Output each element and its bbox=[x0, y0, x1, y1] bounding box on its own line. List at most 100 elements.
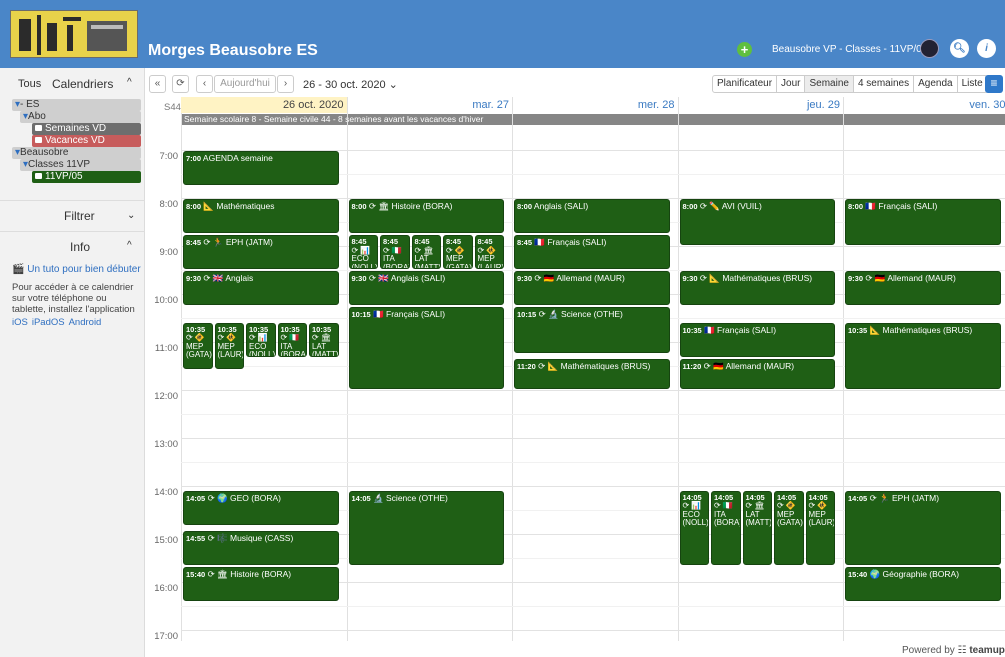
calendar-event[interactable]: 8:45 ⟳ 🇮🇹 ITA (BORA) bbox=[380, 235, 410, 269]
calendar-event[interactable]: 10:15 🇫🇷 Français (SALI) bbox=[348, 307, 504, 389]
refresh-icon[interactable]: ⟳ bbox=[172, 75, 189, 93]
android-link[interactable]: Android bbox=[69, 317, 102, 328]
calendar-event[interactable]: 8:00 ⟳ 🏛 Histoire (BORA) bbox=[348, 199, 504, 233]
calendar-tree: ▾- ES ▾Abo Semaines VD Vacances VD ▾Beausobr… bbox=[12, 99, 141, 183]
view-option[interactable]: Jour bbox=[777, 76, 806, 92]
calendar-event[interactable]: 14:55 ⟳ 🎼 Musique (CASS) bbox=[183, 531, 339, 565]
time-grid[interactable]: 7:00 8:00 9:00 10:00 11:00 12:00 13:00 14:00 15:… bbox=[146, 97, 1005, 641]
event-time: 8:45 bbox=[517, 238, 533, 247]
calendar-event[interactable]: 11:20 ⟳ 🇩🇪 Allemand (MAUR) bbox=[679, 358, 835, 389]
chevron-up-icon[interactable]: ^ bbox=[127, 240, 132, 251]
calendar-event[interactable]: 8:45 🇫🇷 Français (SALI) bbox=[514, 235, 670, 269]
week-banner[interactable]: Semaine scolaire 8 - Semaine civile 44 -… bbox=[181, 114, 1005, 125]
chevron-up-icon[interactable]: ^ bbox=[127, 77, 132, 88]
hour-line bbox=[181, 390, 1005, 391]
calendar-event[interactable]: 7:00 AGENDA semaine bbox=[183, 151, 339, 185]
event-time: 9:30 bbox=[848, 274, 864, 283]
search-icon[interactable]: 🔍︎ bbox=[950, 39, 969, 58]
app-header: Morges Beausobre ES + Beausobre VP - Cla… bbox=[0, 0, 1005, 68]
sidebar-tree-item[interactable]: Semaines VD bbox=[32, 123, 141, 135]
calendar-event[interactable]: 9:30 ⟳ 🇬🇧 Anglais bbox=[183, 271, 339, 305]
calendar-event[interactable]: 10:35 📐 Mathématiques (BRUS) bbox=[845, 322, 1001, 389]
view-option[interactable]: Liste bbox=[958, 76, 987, 92]
day-divider bbox=[181, 97, 182, 641]
info-icon[interactable]: i bbox=[977, 39, 996, 58]
event-title: ⟳ 🏃 EPH (JATM) bbox=[203, 237, 273, 247]
hour-label: 15:00 bbox=[154, 535, 178, 546]
calendar-event[interactable]: 14:05 ⟳ 🚸 MEP (LAUR) bbox=[805, 490, 835, 565]
event-time: 10:35 bbox=[682, 325, 702, 335]
view-option[interactable]: Planificateur bbox=[713, 76, 778, 92]
day-header[interactable]: 26 oct. 2020 bbox=[181, 97, 347, 113]
all-calendars-toggle[interactable]: Tous bbox=[18, 78, 41, 90]
event-title: ⟳ 🌍 GEO (BORA) bbox=[207, 492, 281, 503]
chevron-down-icon: ⌄ bbox=[388, 79, 398, 91]
event-title: ⟳ 📐 Mathématiques (BRUS) bbox=[699, 273, 813, 283]
calendar-event[interactable]: 8:45 ⟳ 📊 ECO (NOLL) bbox=[348, 235, 378, 269]
calendar-event[interactable]: 9:30 ⟳ 🇬🇧 Anglais (SALI) bbox=[348, 271, 504, 305]
calendar-event[interactable]: 9:30 ⟳ 📐 Mathématiques (BRUS) bbox=[679, 271, 835, 305]
info-heading[interactable]: Info bbox=[70, 240, 90, 254]
day-header[interactable]: mar. 27 bbox=[347, 97, 513, 113]
prev-button[interactable]: ‹ bbox=[196, 75, 213, 93]
event-time: 8:00 bbox=[351, 202, 367, 211]
calendar-event[interactable]: 8:45 ⟳ 🚸 MEP (LAUR) bbox=[474, 235, 504, 269]
today-button[interactable]: Aujourd'hui bbox=[214, 75, 276, 93]
calendar-event[interactable]: 8:45 ⟳ 🏛 LAT (MATT) bbox=[411, 235, 441, 269]
chevron-down-icon[interactable]: ⌄ bbox=[127, 210, 135, 221]
sidebar-tree-item[interactable]: 11VP/05 bbox=[32, 171, 141, 183]
calendar-event[interactable]: 10:35 ⟳ 🚸 MEP (GATA) bbox=[183, 322, 213, 369]
view-option[interactable]: Agenda bbox=[914, 76, 958, 92]
calendar-event[interactable]: 10:35 ⟳ 📊 ECO (NOLL) bbox=[246, 322, 276, 357]
sidebar-tree-item[interactable]: ▾Classes 11VP bbox=[20, 159, 141, 171]
calendar-event[interactable]: 11:20 ⟳ 📐 Mathématiques (BRUS) bbox=[514, 358, 670, 389]
event-title: ⟳ 🏛 LAT (MATT) bbox=[745, 501, 772, 528]
add-event-button[interactable]: + bbox=[737, 42, 752, 57]
calendar-event[interactable]: 10:35 ⟳ 🏛 LAT (MATT) bbox=[309, 322, 339, 357]
sidebar-tree-item[interactable]: ▾Beausobre bbox=[12, 147, 141, 159]
tutorial-link[interactable]: 🎬 Un tuto pour bien débuter bbox=[12, 264, 141, 275]
calendar-event[interactable]: 8:00 📐 Mathématiques bbox=[183, 199, 339, 233]
calendar-event[interactable]: 8:00 🇫🇷 Français (SALI) bbox=[845, 199, 1001, 245]
event-title: Anglais (SALI) bbox=[533, 201, 589, 211]
event-time: 14:05 bbox=[848, 493, 868, 503]
calendar-event[interactable]: 14:05 ⟳ 🌍 GEO (BORA) bbox=[183, 490, 339, 525]
view-option[interactable]: 4 semaines bbox=[854, 76, 915, 92]
date-range-selector[interactable]: 26 - 30 oct. 2020 ⌄ bbox=[303, 78, 398, 91]
powered-by[interactable]: Powered by ☷ teamup bbox=[902, 645, 1005, 656]
calendar-event[interactable]: 10:35 ⟳ 🚸 MEP (LAUR) bbox=[214, 322, 244, 369]
ios-link[interactable]: iOS bbox=[12, 317, 28, 328]
calendar-event[interactable]: 14:05 🔬 Science (OTHE) bbox=[348, 490, 504, 565]
calendar-event[interactable]: 14:05 ⟳ 🏛 LAT (MATT) bbox=[742, 490, 772, 565]
calendar-event[interactable]: 10:15 ⟳ 🔬 Science (OTHE) bbox=[514, 307, 670, 353]
sidebar-tree-item[interactable]: ▾- ES bbox=[12, 99, 141, 111]
menu-icon[interactable]: ≡ bbox=[985, 75, 1003, 93]
view-option[interactable]: Semaine bbox=[805, 76, 854, 92]
sidebar-tree-item[interactable]: Vacances VD bbox=[32, 135, 141, 147]
day-header[interactable]: jeu. 29 bbox=[678, 97, 844, 113]
filter-heading[interactable]: Filtrer bbox=[64, 209, 95, 223]
active-calendar-label[interactable]: Beausobre VP - Classes - 11VP/05 bbox=[772, 44, 927, 55]
calendar-event[interactable]: 8:45 ⟳ 🚸 MEP (GATA) bbox=[443, 235, 473, 269]
calendar-event[interactable]: 14:05 ⟳ 🚸 MEP (GATA) bbox=[774, 490, 804, 565]
ipados-link[interactable]: iPadOS bbox=[32, 317, 65, 328]
sidebar-tree-item[interactable]: ▾Abo bbox=[20, 111, 141, 123]
calendar-event[interactable]: 8:00 Anglais (SALI) bbox=[514, 199, 670, 233]
event-time: 10:15 bbox=[517, 310, 537, 319]
day-header[interactable]: mer. 28 bbox=[512, 97, 678, 113]
calendar-event[interactable]: 14:05 ⟳ 🏃 EPH (JATM) bbox=[845, 490, 1001, 565]
calendar-event[interactable]: 15:40 🌍 Géographie (BORA) bbox=[845, 567, 1001, 601]
avatar[interactable] bbox=[920, 39, 939, 58]
calendar-event[interactable]: 14:05 ⟳ 📊 ECO (NOLL) bbox=[679, 490, 709, 565]
calendar-event[interactable]: 10:35 🇫🇷 Français (SALI) bbox=[679, 322, 835, 357]
calendar-event[interactable]: 8:45 ⟳ 🏃 EPH (JATM) bbox=[183, 235, 339, 269]
calendar-event[interactable]: 9:30 ⟳ 🇩🇪 Allemand (MAUR) bbox=[514, 271, 670, 305]
calendar-event[interactable]: 9:30 ⟳ 🇩🇪 Allemand (MAUR) bbox=[845, 271, 1001, 305]
next-button[interactable]: › bbox=[277, 75, 294, 93]
calendar-event[interactable]: 8:00 ⟳ ✏️ AVI (VUIL) bbox=[679, 199, 835, 245]
calendar-event[interactable]: 10:35 ⟳ 🇮🇹 ITA (BORA) bbox=[277, 322, 307, 357]
calendar-event[interactable]: 14:05 ⟳ 🇮🇹 ITA (BORA) bbox=[711, 490, 741, 565]
calendar-event[interactable]: 15:40 ⟳ 🏛 Histoire (BORA) bbox=[183, 567, 339, 601]
prev-period-button[interactable]: « bbox=[149, 75, 166, 93]
day-header[interactable]: ven. 30 bbox=[843, 97, 1005, 113]
